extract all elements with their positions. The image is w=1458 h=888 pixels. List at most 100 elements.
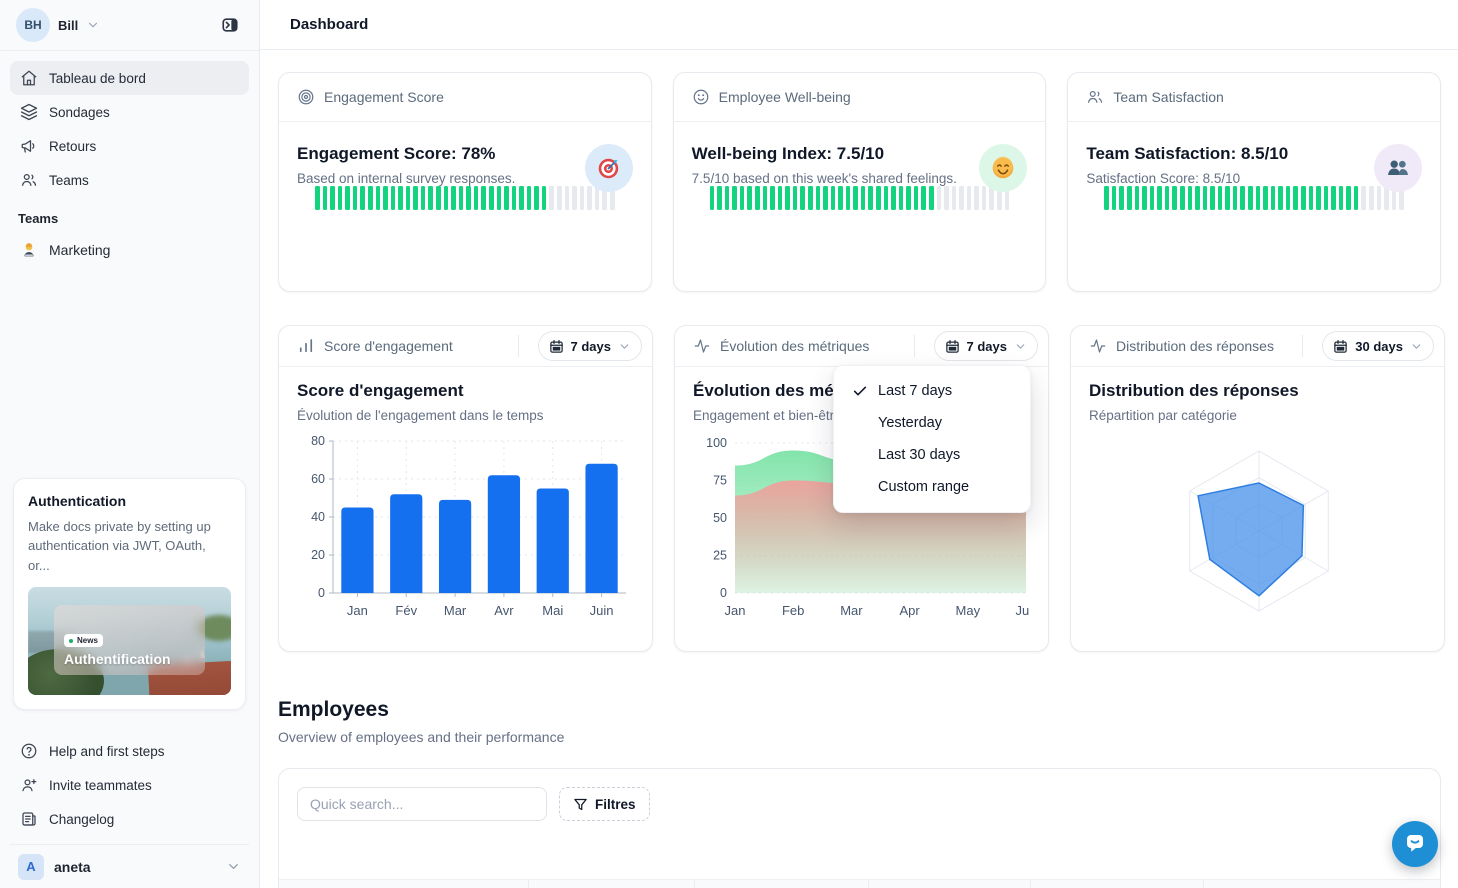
card-header-label: Évolution des métriques	[720, 338, 869, 354]
sidebar-item-label: Help and first steps	[49, 744, 165, 759]
chart-card-engagement-score: Score d'engagement 7 days Score d'engage…	[278, 325, 653, 652]
svg-text:Feb: Feb	[782, 603, 804, 618]
card-body: Team Satisfaction: 8.5/10 Satisfaction S…	[1068, 122, 1440, 291]
sidebar-item-label: Invite teammates	[49, 778, 152, 793]
card-header: Team Satisfaction	[1068, 73, 1440, 122]
page-title: Dashboard	[290, 16, 368, 33]
menu-item-last-7-days[interactable]: Last 7 days	[834, 375, 1030, 407]
sidebar-section-teams-label: Teams	[18, 211, 249, 226]
table-header-row: User Team Position Participation	[279, 879, 1440, 888]
sidebar-item-marketing[interactable]: Marketing	[10, 232, 249, 268]
promo-image-overlay: News Authentification	[54, 605, 205, 675]
promo-body: Make docs private by setting up authenti…	[28, 517, 231, 576]
stat-title: Well-being Index: 7.5/10	[692, 144, 1028, 164]
user-menu[interactable]: BH Bill	[16, 8, 100, 42]
date-range-label: 7 days	[967, 339, 1007, 354]
sidebar-item-surveys[interactable]: Sondages	[10, 95, 249, 129]
collapse-sidebar-button[interactable]	[215, 10, 245, 40]
sidebar-item-teams[interactable]: Teams	[10, 163, 249, 197]
bar-chart: 020406080JanFévMarAvrMaiJuin	[297, 431, 634, 623]
sidebar-item-help[interactable]: Help and first steps	[10, 734, 249, 768]
progress-bar	[315, 186, 615, 210]
help-circle-icon	[20, 742, 38, 760]
svg-text:Avr: Avr	[494, 603, 514, 618]
date-range-button[interactable]: 7 days	[934, 331, 1038, 361]
user-name: Bill	[58, 18, 78, 33]
date-range-label: 7 days	[571, 339, 611, 354]
column-header-team[interactable]: Team	[529, 880, 695, 888]
chevron-down-icon	[618, 340, 631, 353]
megaphone-icon	[20, 137, 38, 155]
column-header-tasks[interactable]: Tasks	[1204, 880, 1416, 888]
svg-text:0: 0	[720, 586, 727, 600]
card-body: Score d'engagement Évolution de l'engage…	[279, 367, 652, 623]
card-header: Score d'engagement 7 days	[279, 326, 652, 367]
svg-text:Jun: Jun	[1016, 603, 1030, 618]
stat-card-satisfaction: Team Satisfaction Team Satisfaction: 8.5…	[1067, 72, 1441, 292]
menu-item-yesterday[interactable]: Yesterday	[834, 407, 1030, 439]
promo-title: Authentication	[28, 493, 231, 509]
employees-table-card: Filtres User Team Position	[278, 768, 1441, 888]
sidebar-item-changelog[interactable]: Changelog	[10, 802, 249, 836]
chevron-down-icon	[1014, 340, 1027, 353]
avatar: BH	[16, 8, 50, 42]
technologist-emoji	[20, 241, 38, 259]
card-body: Distribution des réponses Répartition pa…	[1071, 367, 1444, 631]
promo-image-caption: Authentification	[64, 651, 195, 667]
date-range-button[interactable]: 30 days	[1322, 331, 1434, 361]
sidebar-item-feedback[interactable]: Retours	[10, 129, 249, 163]
divider	[914, 335, 915, 357]
topbar: Dashboard	[260, 0, 1458, 50]
radar-chart	[1089, 431, 1426, 631]
chevron-down-icon	[1410, 340, 1423, 353]
calendar-icon	[945, 339, 960, 354]
menu-item-custom-range[interactable]: Custom range	[834, 471, 1030, 503]
check-icon	[852, 383, 868, 399]
employees-subtitle: Overview of employees and their performa…	[278, 729, 1441, 745]
date-range-menu: Last 7 days Yesterday Last 30 days Custo…	[833, 365, 1031, 513]
chevron-down-icon	[86, 18, 100, 32]
menu-item-last-30-days[interactable]: Last 30 days	[834, 439, 1030, 471]
card-header: Employee Well-being	[674, 73, 1046, 122]
search-input[interactable]	[297, 787, 547, 821]
sidebar-item-dashboard[interactable]: Tableau de bord	[10, 61, 249, 95]
sidebar-item-invite[interactable]: Invite teammates	[10, 768, 249, 802]
column-header-performance[interactable]: Performance	[1031, 880, 1204, 888]
home-icon	[20, 69, 38, 87]
date-range-button[interactable]: 7 days	[538, 331, 642, 361]
card-header-label: Employee Well-being	[719, 89, 851, 105]
card-header: Engagement Score	[279, 73, 651, 122]
filters-button[interactable]: Filtres	[559, 787, 650, 821]
stat-emoji-badge	[585, 144, 633, 192]
column-header-position[interactable]: Position	[695, 880, 869, 888]
chat-button[interactable]	[1392, 821, 1438, 867]
promo-image: News Authentification	[28, 587, 231, 695]
filters-label: Filtres	[595, 797, 636, 812]
divider	[518, 335, 519, 357]
stat-subtitle: 7.5/10 based on this week's shared feeli…	[692, 171, 1028, 186]
spacer	[0, 268, 259, 478]
svg-text:Fév: Fév	[395, 603, 417, 618]
card-header-label: Distribution des réponses	[1116, 338, 1274, 354]
card-header-label: Team Satisfaction	[1113, 89, 1224, 105]
users-icon	[1086, 88, 1104, 106]
workspace-switcher[interactable]: A aneta	[10, 844, 249, 888]
user-plus-icon	[20, 776, 38, 794]
workspace-name: aneta	[54, 859, 91, 875]
smile-icon	[692, 88, 710, 106]
column-header-user[interactable]: User	[279, 880, 529, 888]
sidebar-header: BH Bill	[0, 0, 259, 50]
activity-icon	[693, 337, 711, 355]
divider	[1302, 335, 1303, 357]
svg-text:Mai: Mai	[542, 603, 563, 618]
svg-text:Juin: Juin	[590, 603, 614, 618]
calendar-icon	[1333, 339, 1348, 354]
date-range-label: 30 days	[1355, 339, 1403, 354]
svg-text:Jan: Jan	[725, 603, 746, 618]
sidebar-item-label: Retours	[49, 139, 96, 154]
column-header-participation[interactable]: Participation	[869, 880, 1031, 888]
stat-subtitle: Satisfaction Score: 8.5/10	[1086, 171, 1422, 186]
chart-card-response-distribution: Distribution des réponses 30 days Distri…	[1070, 325, 1445, 652]
promo-card-authentication[interactable]: Authentication Make docs private by sett…	[13, 478, 246, 711]
sidebar-footer: Help and first steps Invite teammates Ch…	[0, 728, 259, 844]
